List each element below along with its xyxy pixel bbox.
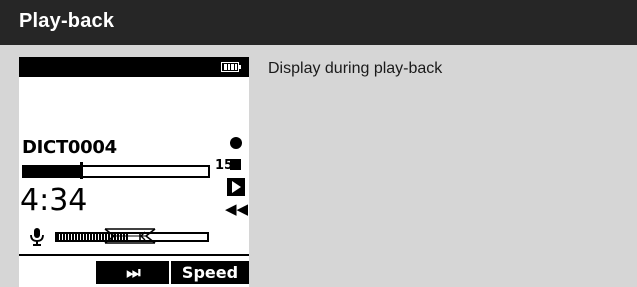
elapsed-time: 4:34 (20, 183, 88, 218)
softkey-divider (19, 254, 249, 256)
input-level-row (19, 224, 249, 250)
speed-label: Speed (181, 263, 239, 282)
record-icon (230, 137, 242, 149)
playback-position-marker (80, 162, 84, 179)
playback-progress-fill (24, 167, 82, 176)
stop-icon (230, 159, 241, 170)
status-bar (19, 57, 249, 77)
file-name: DICT0004 (22, 137, 117, 158)
page-frame: Play-back Display during play-back DICT0… (0, 0, 637, 287)
playback-progress-bar (22, 162, 210, 179)
section-header: Play-back (0, 0, 637, 45)
section-title: Play-back (19, 10, 115, 32)
skip-forward-softkey[interactable]: ⏭ (96, 261, 169, 284)
device-display: DICT0004 15 4:34 ◀◀ ⏭ Speed (19, 57, 249, 287)
play-icon (227, 178, 245, 196)
display-caption: Display during play-back (268, 60, 443, 77)
level-window-icon (104, 228, 156, 244)
microphone-icon (30, 228, 44, 246)
rewind-icon: ◀◀ (225, 200, 249, 218)
skip-forward-icon: ⏭ (126, 262, 140, 282)
battery-icon (221, 62, 241, 72)
speed-softkey[interactable]: Speed (171, 261, 249, 284)
